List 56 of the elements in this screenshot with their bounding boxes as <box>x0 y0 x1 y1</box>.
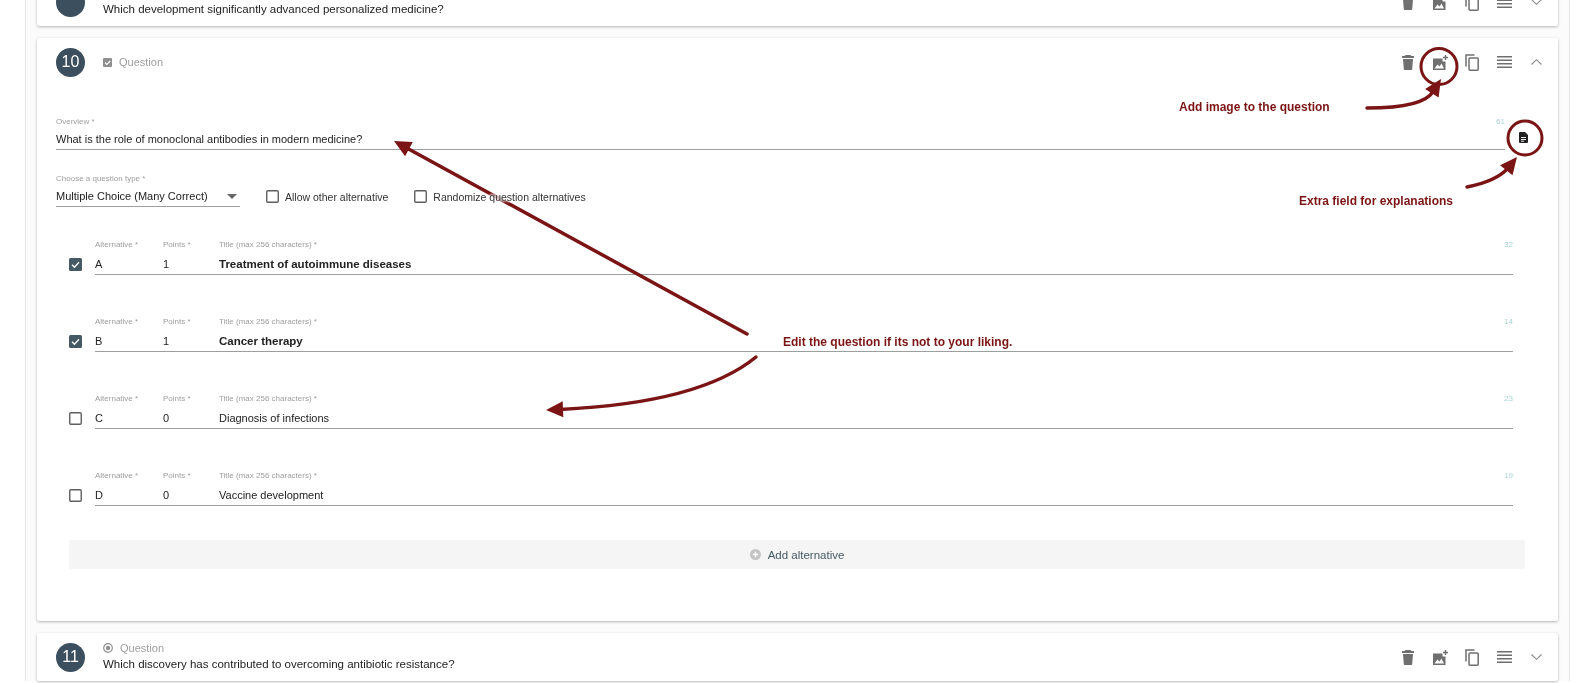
points-field[interactable]: Points * 1 <box>163 240 219 275</box>
character-counter: 32 <box>1504 240 1513 250</box>
character-counter: 19 <box>1504 471 1513 481</box>
points-field[interactable]: Points * 1 <box>163 317 219 352</box>
question-number-badge: 11 <box>56 642 85 672</box>
checkbox[interactable] <box>69 258 82 271</box>
alternative-field[interactable]: Alternative * D <box>95 471 163 506</box>
dropdown-caret-icon[interactable] <box>227 193 237 199</box>
character-counter: 23 <box>1504 394 1513 404</box>
points-field[interactable]: Points * 0 <box>163 471 219 506</box>
chevron-up-icon[interactable] <box>1530 59 1542 65</box>
question-text: Which discovery has contributed to overcoming antibiotic resistance? <box>103 657 456 672</box>
highlight-ring <box>1506 119 1544 157</box>
copy-icon[interactable] <box>1465 648 1479 666</box>
chevron-down-icon[interactable] <box>1530 0 1542 5</box>
chevron-down-icon[interactable] <box>1530 654 1542 660</box>
annotation-text: Extra field for explanations <box>1299 194 1454 208</box>
title-field[interactable]: Title (max 256 characters) * 23 Diagnosis of infections <box>219 394 1513 429</box>
image-plus-icon[interactable] <box>1432 649 1448 665</box>
points-field[interactable]: Points * 0 <box>163 394 219 429</box>
checkbox[interactable] <box>414 190 428 203</box>
question-type-label: Question <box>119 55 164 70</box>
document-icon[interactable] <box>1518 131 1528 143</box>
list-icon[interactable] <box>1496 0 1512 8</box>
alternative-field[interactable]: Alternative * A <box>95 240 163 275</box>
list-icon[interactable] <box>1496 56 1512 68</box>
highlight-ring <box>1419 47 1459 86</box>
trash-icon[interactable] <box>1402 649 1414 665</box>
add-alternative-button[interactable]: Add alternative <box>69 540 1525 569</box>
question-type-select[interactable]: Choose a question type * Multiple Choice (Many Correct) <box>56 174 240 207</box>
annotation-text: Edit the question if its not to your liking. <box>783 335 1013 349</box>
alternative-field[interactable]: Alternative * C <box>95 394 163 429</box>
overview-field[interactable]: Overview * 61 What is the role of monoclonal antibodies in modern medicine? <box>56 117 1505 150</box>
title-field[interactable]: Title (max 256 characters) * 32 Treatment of autoimmune diseases <box>219 240 1513 275</box>
checked-square-icon <box>103 57 112 67</box>
title-field[interactable]: Title (max 256 characters) * 19 Vaccine development <box>219 471 1513 506</box>
character-counter: 14 <box>1504 317 1513 327</box>
copy-icon[interactable] <box>1465 53 1479 71</box>
plus-circle-icon <box>749 549 761 560</box>
checkbox[interactable] <box>69 412 82 425</box>
checkbox[interactable] <box>69 335 82 348</box>
annotation-text: Add image to the question <box>1179 100 1330 114</box>
trash-icon[interactable] <box>1402 54 1414 70</box>
question-number-badge: 10 <box>56 47 85 77</box>
image-plus-icon[interactable] <box>1432 0 1448 10</box>
character-counter: 61 <box>1496 117 1505 127</box>
image-plus-icon[interactable] <box>1432 54 1448 70</box>
annotation-arrow <box>1465 157 1517 189</box>
list-icon[interactable] <box>1496 651 1512 663</box>
radio-icon <box>103 643 113 653</box>
checkbox-label[interactable]: Allow other alternative <box>285 190 389 203</box>
question-text: Which development significantly advanced personalized medicine? <box>103 2 445 17</box>
question-type-label: Question <box>120 641 165 656</box>
checkbox[interactable] <box>266 190 279 203</box>
checkbox[interactable] <box>69 489 82 502</box>
alternative-field[interactable]: Alternative * B <box>95 317 163 352</box>
